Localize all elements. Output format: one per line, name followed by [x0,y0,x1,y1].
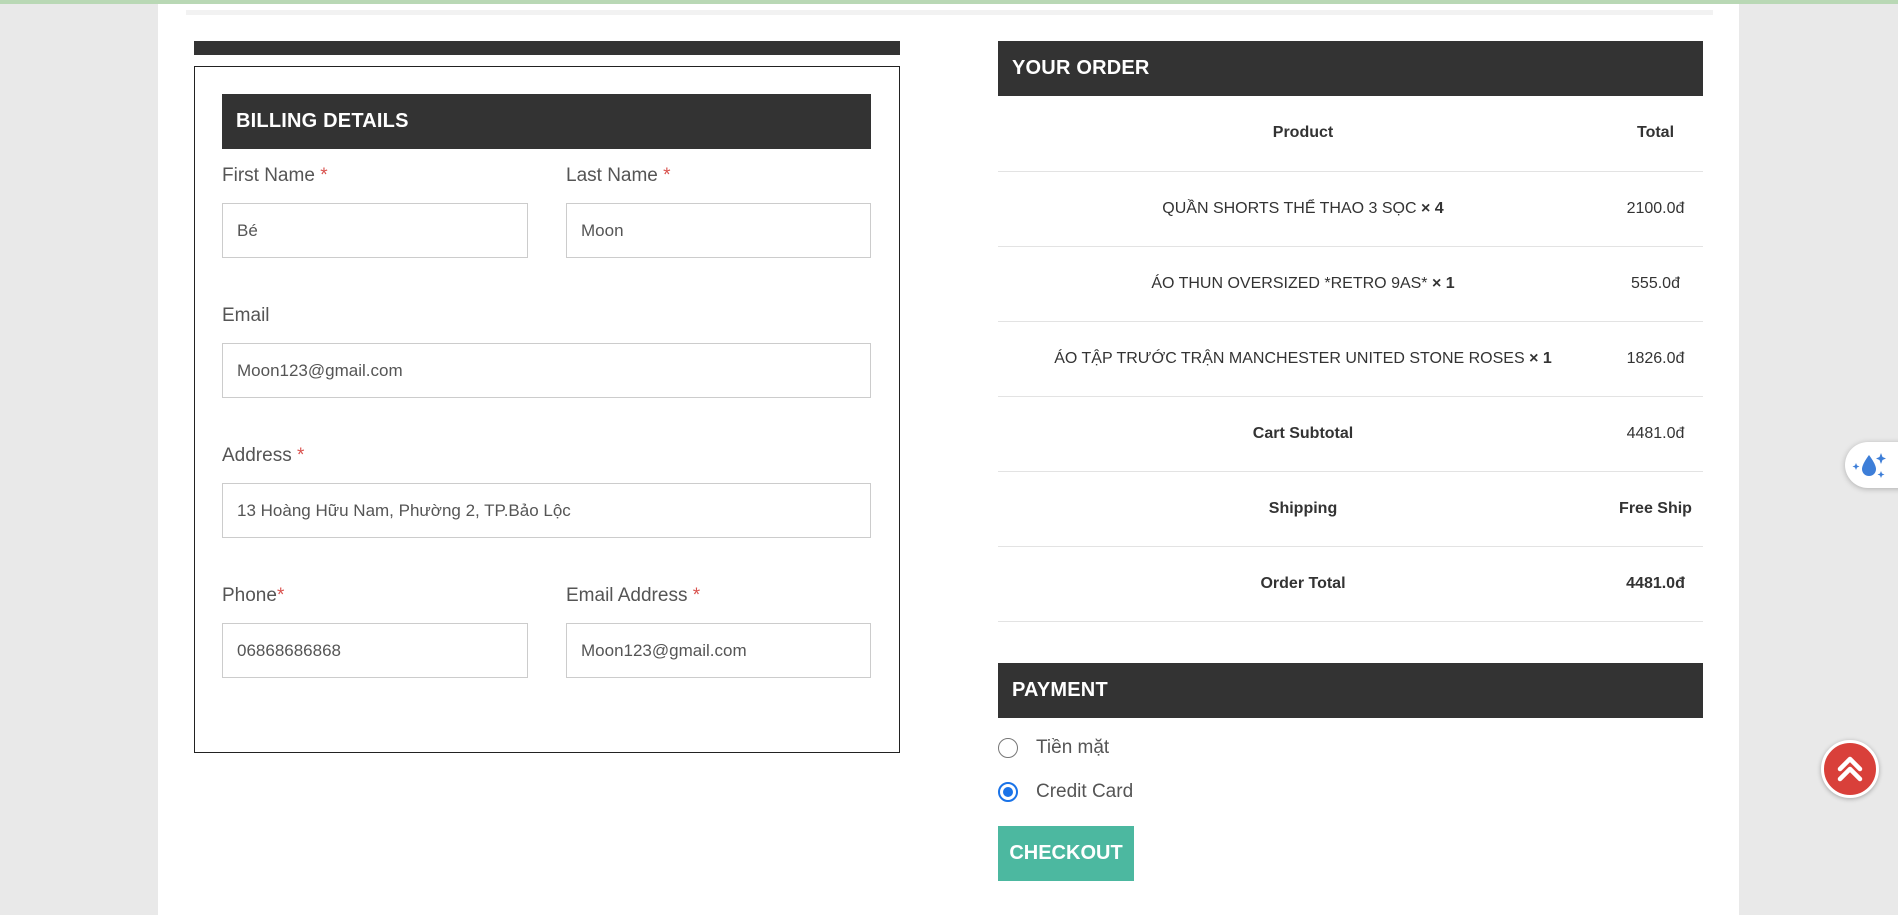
first-name-label: First Name * [222,165,328,186]
floating-widget[interactable] [1845,442,1898,488]
payment-option-label: Credit Card [1036,780,1134,802]
email-input[interactable]: Moon123@gmail.com [222,343,871,398]
email-address-field: Email Address * Moon123@gmail.com [566,581,871,678]
scroll-to-top-button[interactable] [1821,740,1879,798]
order-header-row: Product Total [998,96,1703,172]
last-name-input[interactable]: Moon [566,203,871,258]
order-item-name: ÁO TẬP TRƯỚC TRẬN MANCHESTER UNITED STON… [998,321,1608,397]
order-column: YOUR ORDER Product Total QUẦN SHORTS THỂ… [998,41,1703,881]
required-mark: * [276,585,285,606]
required-mark: * [663,165,671,186]
order-table: Product Total QUẦN SHORTS THỂ THAO 3 SỌC… [998,96,1703,622]
radio-credit-card[interactable] [998,781,1018,802]
last-name-field: Last Name * Moon [566,161,871,258]
payment-option-label: Tiền mặt [1036,736,1110,758]
product-header: Product [998,96,1608,172]
first-name-field: First Name * Bé [222,161,528,258]
order-item-qty: × 4 [1421,199,1444,217]
first-name-input[interactable]: Bé [222,203,528,258]
email-address-label: Email Address * [566,585,701,606]
required-mark: * [692,585,701,606]
radio-cash[interactable] [998,737,1018,758]
address-field: Address * 13 Hoàng Hữu Nam, Phường 2, TP… [222,441,871,538]
address-input[interactable]: 13 Hoàng Hữu Nam, Phường 2, TP.Bảo Lộc [222,483,871,538]
order-total-label: Order Total [998,546,1608,622]
order-item-name: ÁO THUN OVERSIZED *RETRO 9AS* × 1 [998,246,1608,322]
shipping-row: Shipping Free Ship [998,471,1703,547]
required-mark: * [320,165,328,186]
email-label: Email [222,305,270,326]
subtotal-label: Cart Subtotal [998,396,1608,472]
shipping-value: Free Ship [1608,471,1703,547]
billing-top-bar [194,41,900,55]
payment-title: PAYMENT [998,662,1703,718]
subtotal-row: Cart Subtotal 4481.0đ [998,396,1703,472]
double-chevron-up-icon [1824,743,1876,795]
total-header: Total [1608,96,1703,172]
payment-options: Tiền mặt Credit Card [998,726,1703,814]
table-row: ÁO TẬP TRƯỚC TRẬN MANCHESTER UNITED STON… [998,321,1703,397]
phone-field: Phone* 06868686868 [222,581,528,678]
payment-option-credit-card[interactable]: Credit Card [998,770,1703,814]
last-name-label: Last Name * [566,165,671,186]
page-top-divider [186,10,1713,15]
order-item-total: 2100.0đ [1608,171,1703,247]
order-title: YOUR ORDER [998,41,1703,96]
shipping-label: Shipping [998,471,1608,547]
checkout-button[interactable]: CHECKOUT [998,825,1134,881]
order-item-qty: × 1 [1529,349,1552,367]
payment-option-cash[interactable]: Tiền mặt [998,726,1703,770]
address-label: Address * [222,445,305,466]
order-total-value: 4481.0đ [1608,546,1703,622]
phone-label: Phone* [222,585,285,606]
order-item-total: 1826.0đ [1608,321,1703,397]
order-item-total: 555.0đ [1608,246,1703,322]
checkout-page: BILLING DETAILS First Name * Bé Last Nam… [158,4,1739,915]
order-total-row: Order Total 4481.0đ [998,546,1703,622]
subtotal-value: 4481.0đ [1608,396,1703,472]
table-row: QUẦN SHORTS THỂ THAO 3 SỌC × 4 2100.0đ [998,171,1703,247]
table-row: ÁO THUN OVERSIZED *RETRO 9AS* × 1 555.0đ [998,246,1703,322]
water-drop-sparkle-icon [1845,442,1898,488]
order-item-name: QUẦN SHORTS THỂ THAO 3 SỌC × 4 [998,171,1608,247]
billing-title: BILLING DETAILS [222,94,871,149]
required-mark: * [296,445,305,466]
email-address-input[interactable]: Moon123@gmail.com [566,623,871,678]
phone-input[interactable]: 06868686868 [222,623,528,678]
email-field: Email Moon123@gmail.com [222,301,871,398]
billing-form: BILLING DETAILS First Name * Bé Last Nam… [194,66,900,753]
order-item-qty: × 1 [1431,274,1455,292]
